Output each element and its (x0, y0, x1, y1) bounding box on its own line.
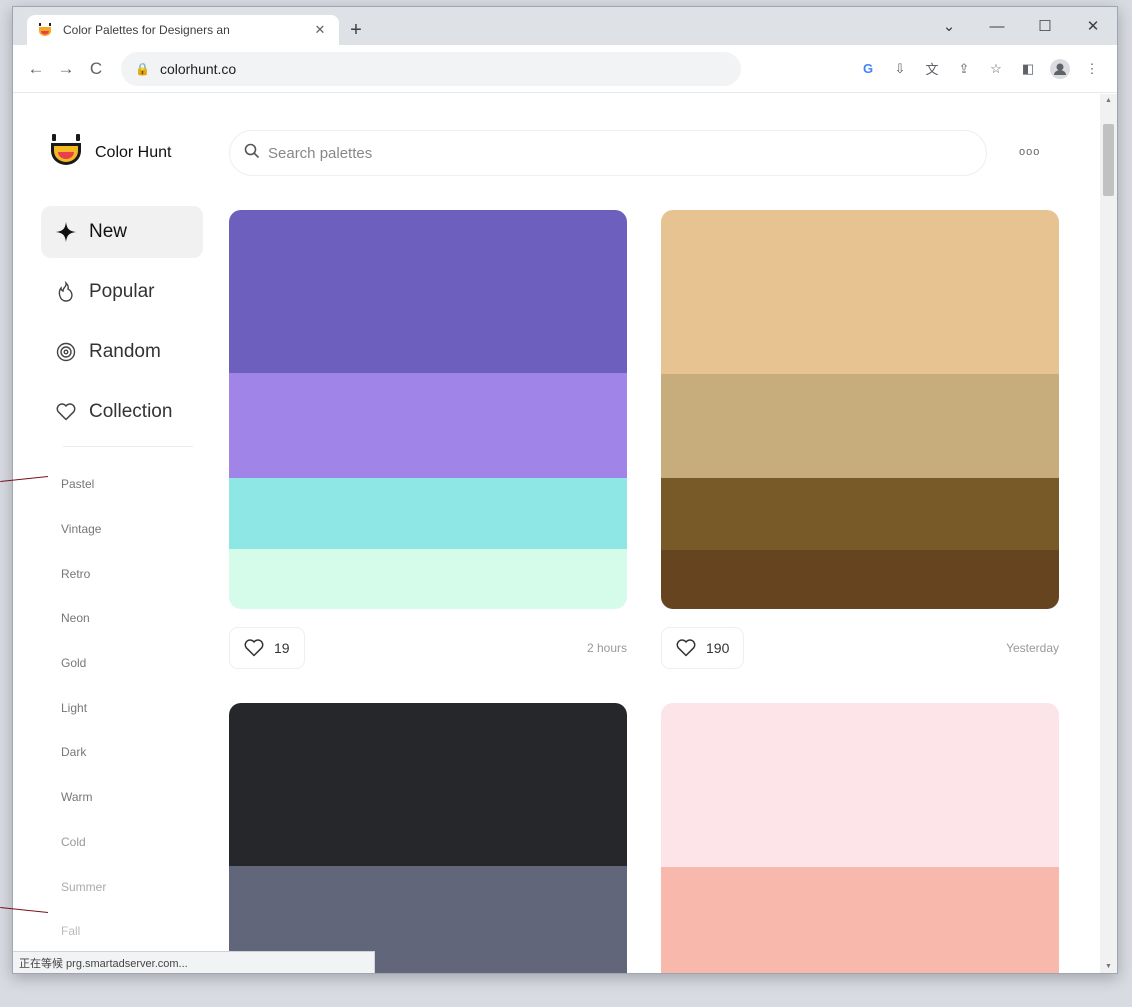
tab-title: Color Palettes for Designers an (63, 23, 230, 37)
logo-text: Color Hunt (95, 143, 172, 161)
palette-swatch[interactable] (229, 478, 627, 549)
scrollbar-thumb[interactable] (1103, 124, 1114, 196)
sidebar-item-popular[interactable]: Popular (41, 266, 203, 318)
tab-close-icon[interactable]: ✕ (311, 22, 329, 38)
lock-icon[interactable]: 🔒 (135, 62, 150, 76)
tag-pastel[interactable]: Pastel (61, 462, 106, 507)
reload-icon[interactable]: C (81, 54, 111, 84)
side-panel-icon[interactable]: ◧ (1015, 56, 1041, 82)
sidebar-item-collection[interactable]: Collection (41, 386, 203, 438)
install-app-icon[interactable]: ⇩ (887, 56, 913, 82)
like-count: 19 (274, 640, 290, 656)
tag-list: Pastel Vintage Retro Neon Gold Light Dar… (61, 462, 106, 954)
scroll-down-arrow-icon[interactable]: ▼ (1100, 960, 1117, 973)
profile-avatar-icon[interactable] (1047, 56, 1073, 82)
palette-swatch[interactable] (661, 210, 1059, 374)
sidebar-item-new[interactable]: New (41, 206, 203, 258)
spiral-icon (55, 342, 77, 362)
palette-swatch[interactable] (661, 703, 1059, 867)
tag-warm[interactable]: Warm (61, 775, 106, 820)
like-count: 190 (706, 640, 730, 656)
sidebar-divider (63, 446, 193, 447)
tag-neon[interactable]: Neon (61, 596, 106, 641)
page-scrollbar[interactable]: ▲ ▼ (1100, 94, 1117, 973)
browser-tab[interactable]: Color Palettes for Designers an ✕ (27, 15, 339, 45)
new-tab-button[interactable]: + (343, 19, 369, 43)
palette-swatch[interactable] (229, 373, 627, 478)
browser-window: Color Palettes for Designers an ✕ + ⌄ — … (12, 6, 1118, 974)
minimize-button[interactable]: — (973, 7, 1021, 45)
palette-card[interactable] (229, 703, 627, 973)
tag-dark[interactable]: Dark (61, 730, 106, 775)
search-input[interactable] (268, 144, 868, 162)
palette-swatch[interactable] (229, 549, 627, 609)
colorhunt-favicon-icon (37, 22, 53, 38)
address-bar[interactable]: 🔒 colorhunt.co (121, 51, 741, 86)
heart-icon (244, 639, 264, 657)
scroll-up-arrow-icon[interactable]: ▲ (1100, 94, 1117, 108)
sidebar-item-label: Popular (89, 281, 155, 302)
more-menu-icon[interactable]: ooo (1019, 146, 1040, 158)
status-bar: 正在等候 prg.smartadserver.com... (13, 951, 375, 973)
palette-card[interactable] (229, 210, 627, 609)
sidebar-item-random[interactable]: Random (41, 326, 203, 378)
like-button[interactable]: 190 (661, 627, 745, 669)
sidebar-nav: New Popular Random Collection (41, 206, 203, 446)
web-page: Color Hunt ooo New Popular (13, 94, 1093, 973)
heart-icon (676, 639, 696, 657)
browser-toolbar: ← → C 🔒 colorhunt.co G ⇩ 文 ⇪ ☆ ◧ ⋮ (13, 45, 1117, 93)
tag-vintage[interactable]: Vintage (61, 507, 106, 552)
tag-cold[interactable]: Cold (61, 820, 106, 865)
heart-icon (55, 403, 77, 421)
like-button[interactable]: 19 (229, 627, 305, 669)
browser-menu-icon[interactable]: ⋮ (1079, 56, 1105, 82)
sidebar-item-label: New (89, 221, 128, 242)
tag-retro[interactable]: Retro (61, 551, 106, 596)
search-icon (244, 143, 260, 164)
sparkle-icon (55, 222, 77, 242)
palette-swatch[interactable] (229, 210, 627, 373)
palette-swatch[interactable] (661, 374, 1059, 478)
palette-swatch[interactable] (229, 703, 627, 866)
forward-arrow-icon[interactable]: → (51, 54, 81, 84)
tab-strip: Color Palettes for Designers an ✕ + ⌄ — … (13, 7, 1117, 45)
google-icon[interactable]: G (855, 56, 881, 82)
tag-light[interactable]: Light (61, 685, 106, 730)
back-arrow-icon[interactable]: ← (21, 54, 51, 84)
url-text: colorhunt.co (159, 60, 237, 77)
sidebar-item-label: Random (89, 341, 161, 362)
palette-swatch[interactable] (661, 550, 1059, 609)
translate-icon[interactable]: 文 (919, 56, 945, 82)
palette-card[interactable] (661, 210, 1059, 609)
share-icon[interactable]: ⇪ (951, 56, 977, 82)
extensions-area: G ⇩ 文 ⇪ ☆ ◧ ⋮ (855, 56, 1109, 82)
tab-search-chevron-icon[interactable]: ⌄ (925, 7, 973, 45)
tag-gold[interactable]: Gold (61, 641, 106, 686)
close-window-button[interactable]: ✕ (1069, 7, 1117, 45)
palette-meta: 190 Yesterday (661, 625, 1059, 671)
colorhunt-logo-icon (49, 134, 83, 171)
palette-swatch[interactable] (661, 867, 1059, 973)
flame-icon (55, 281, 77, 303)
maximize-button[interactable]: ☐ (1021, 7, 1069, 45)
palette-card[interactable] (661, 703, 1059, 973)
bookmark-star-icon[interactable]: ☆ (983, 56, 1009, 82)
window-controls: ⌄ — ☐ ✕ (925, 7, 1117, 45)
tag-summer[interactable]: Summer (61, 864, 106, 909)
search-bar[interactable] (229, 130, 987, 176)
tag-fall[interactable]: Fall (61, 909, 106, 954)
site-logo[interactable]: Color Hunt (49, 134, 171, 171)
palette-time: Yesterday (1006, 641, 1059, 655)
palette-meta: 19 2 hours (229, 625, 627, 671)
sidebar-item-label: Collection (89, 401, 173, 422)
palette-time: 2 hours (586, 641, 627, 655)
palette-swatch[interactable] (661, 478, 1059, 550)
